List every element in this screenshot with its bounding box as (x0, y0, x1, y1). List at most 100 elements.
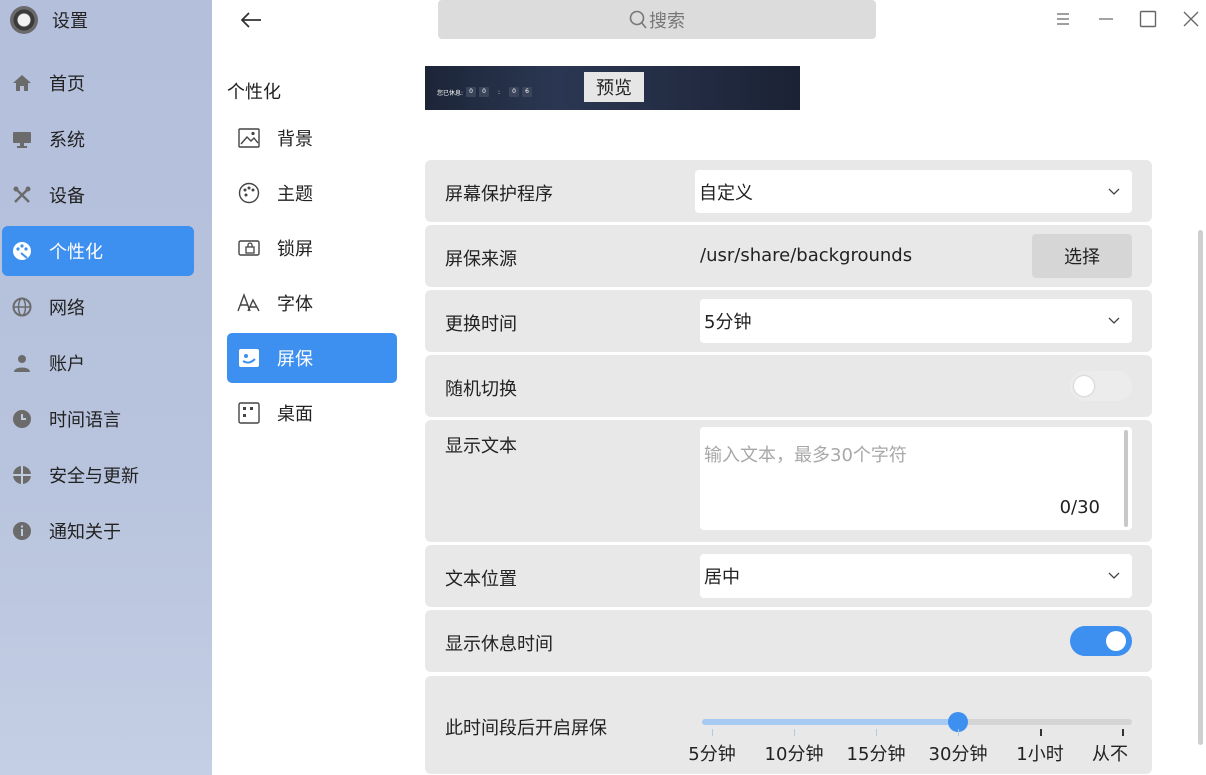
slider-tick-label: 10分钟 (764, 744, 824, 765)
font-icon (237, 291, 261, 315)
subnav-item-label: 背景 (277, 129, 313, 150)
sidebar-item-label: 网络 (49, 298, 85, 319)
idle-time-label: 此时间段后开启屏保 (445, 718, 607, 739)
subnav-item-font[interactable]: 字体 (227, 278, 397, 328)
chevron-down-icon (1108, 188, 1120, 196)
subnav-item-label: 锁屏 (277, 239, 313, 260)
show-rest-time-toggle[interactable] (1070, 626, 1132, 656)
slider-tick-label: 从不 (1092, 744, 1128, 765)
slider-tick-label: 1小时 (1016, 744, 1064, 765)
slider-tick (712, 729, 713, 736)
sidebar-item-system[interactable]: 系统 (2, 114, 194, 164)
clock-digit: 0 (479, 87, 490, 97)
arrow-left-icon (240, 12, 261, 28)
rest-time-label: 您已休息: (437, 89, 464, 97)
sidebar-item-label: 系统 (49, 130, 85, 151)
toggle-knob (1074, 376, 1094, 396)
text-position-value: 居中 (704, 567, 740, 588)
minimize-icon (1099, 18, 1113, 20)
desktop-grid-icon (237, 401, 261, 425)
sidebar-nav: 首页 系统 设备 个性化 网络 账户 时间语言 安全与更新 通知关于 (0, 58, 212, 562)
preview-button[interactable]: 预览 (584, 72, 644, 102)
screensaver-program-row: 屏幕保护程序 自定义 (425, 160, 1152, 222)
back-button[interactable] (236, 6, 266, 34)
subnav-item-background[interactable]: 背景 (227, 113, 397, 163)
sidebar-item-devices[interactable]: 设备 (2, 170, 194, 220)
app-title: 设置 (52, 11, 88, 32)
sidebar-item-home[interactable]: 首页 (2, 58, 194, 108)
maximize-button[interactable] (1134, 6, 1162, 32)
change-interval-row: 更换时间 5分钟 (425, 290, 1152, 352)
show-rest-time-row: 显示休息时间 (425, 610, 1152, 672)
slider-tick (958, 729, 959, 736)
screensaver-program-value: 自定义 (699, 182, 753, 204)
text-position-label: 文本位置 (445, 569, 517, 590)
page-scrollbar[interactable] (1198, 230, 1203, 745)
slider-tick (794, 729, 795, 736)
subnav-item-theme[interactable]: 主题 (227, 168, 397, 218)
rest-time-clock: 您已休息: 0 0 : 0 6 (437, 87, 533, 97)
main-sidebar: 设置 首页 系统 设备 个性化 网络 账户 时间语言 安全与更新 通知关于 (0, 0, 212, 775)
show-rest-time-label: 显示休息时间 (445, 634, 553, 655)
info-icon (11, 520, 33, 542)
subnav-item-label: 字体 (277, 294, 313, 315)
screensaver-program-select[interactable]: 自定义 (695, 170, 1132, 213)
screensaver-source-path: /usr/share/backgrounds (700, 245, 913, 266)
slider-tick-label: 5分钟 (688, 744, 736, 765)
subnav-item-label: 屏保 (277, 349, 313, 370)
random-switch-label: 随机切换 (445, 379, 517, 400)
slider-tick (1122, 729, 1124, 736)
sidebar-item-label: 时间语言 (49, 410, 121, 431)
sidebar-item-personalization[interactable]: 个性化 (2, 226, 194, 276)
clock-digit: 0 (466, 87, 477, 97)
sidebar-item-network[interactable]: 网络 (2, 282, 194, 332)
text-position-row: 文本位置 居中 (425, 545, 1152, 607)
subnav-item-lockscreen[interactable]: 锁屏 (227, 223, 397, 273)
subnav-item-desktop[interactable]: 桌面 (227, 388, 397, 438)
idle-time-row: 此时间段后开启屏保 5分钟 10分钟 15分钟 30分钟 1小时 从不 (425, 676, 1152, 774)
close-button[interactable] (1177, 6, 1205, 32)
sidebar-item-time-language[interactable]: 时间语言 (2, 394, 194, 444)
clock-separator: : (498, 88, 501, 96)
textarea-scrollbar[interactable] (1124, 430, 1128, 527)
char-counter: 0/30 (1059, 497, 1100, 518)
screensaver-source-row: 屏保来源 /usr/share/backgrounds 选择 (425, 225, 1152, 287)
sidebar-item-label: 首页 (49, 74, 85, 95)
menu-button[interactable] (1049, 6, 1077, 32)
minimize-button[interactable] (1092, 6, 1120, 32)
image-icon (237, 126, 261, 150)
choose-button[interactable]: 选择 (1032, 234, 1132, 278)
slider-tick (876, 729, 877, 736)
monitor-icon (11, 128, 33, 150)
change-interval-value: 5分钟 (704, 312, 752, 333)
search-placeholder: 搜索 (649, 10, 685, 32)
change-interval-label: 更换时间 (445, 314, 517, 335)
section-title: 个性化 (227, 82, 281, 103)
clock-icon (11, 408, 33, 430)
subnav-item-label: 桌面 (277, 404, 313, 425)
home-icon (11, 72, 33, 94)
sidebar-item-security[interactable]: 安全与更新 (2, 450, 194, 500)
display-text-textarea[interactable]: 输入文本，最多30个字符 0/30 (700, 427, 1132, 530)
close-icon (1183, 11, 1199, 27)
globe-icon (11, 296, 33, 318)
text-position-select[interactable]: 居中 (700, 554, 1132, 598)
search-icon (629, 10, 647, 30)
subnav-item-screensaver[interactable]: 屏保 (227, 333, 397, 383)
sidebar-item-label: 账户 (49, 354, 85, 375)
idle-time-slider[interactable]: 5分钟 10分钟 15分钟 30分钟 1小时 从不 (688, 712, 1132, 775)
search-input[interactable]: 搜索 (438, 0, 876, 39)
clock-digit: 6 (522, 87, 533, 97)
display-text-label: 显示文本 (445, 436, 517, 457)
sidebar-item-label: 设备 (49, 186, 85, 207)
display-text-row: 显示文本 输入文本，最多30个字符 0/30 (425, 420, 1152, 542)
random-switch-toggle[interactable] (1070, 371, 1132, 401)
slider-tick (1040, 729, 1042, 736)
shield-icon (11, 464, 33, 486)
screensaver-program-label: 屏幕保护程序 (445, 184, 553, 205)
change-interval-select[interactable]: 5分钟 (700, 299, 1132, 343)
sidebar-item-notifications-about[interactable]: 通知关于 (2, 506, 194, 556)
sidebar-item-label: 安全与更新 (49, 466, 139, 487)
sidebar-item-accounts[interactable]: 账户 (2, 338, 194, 388)
screensaver-icon (237, 346, 261, 370)
